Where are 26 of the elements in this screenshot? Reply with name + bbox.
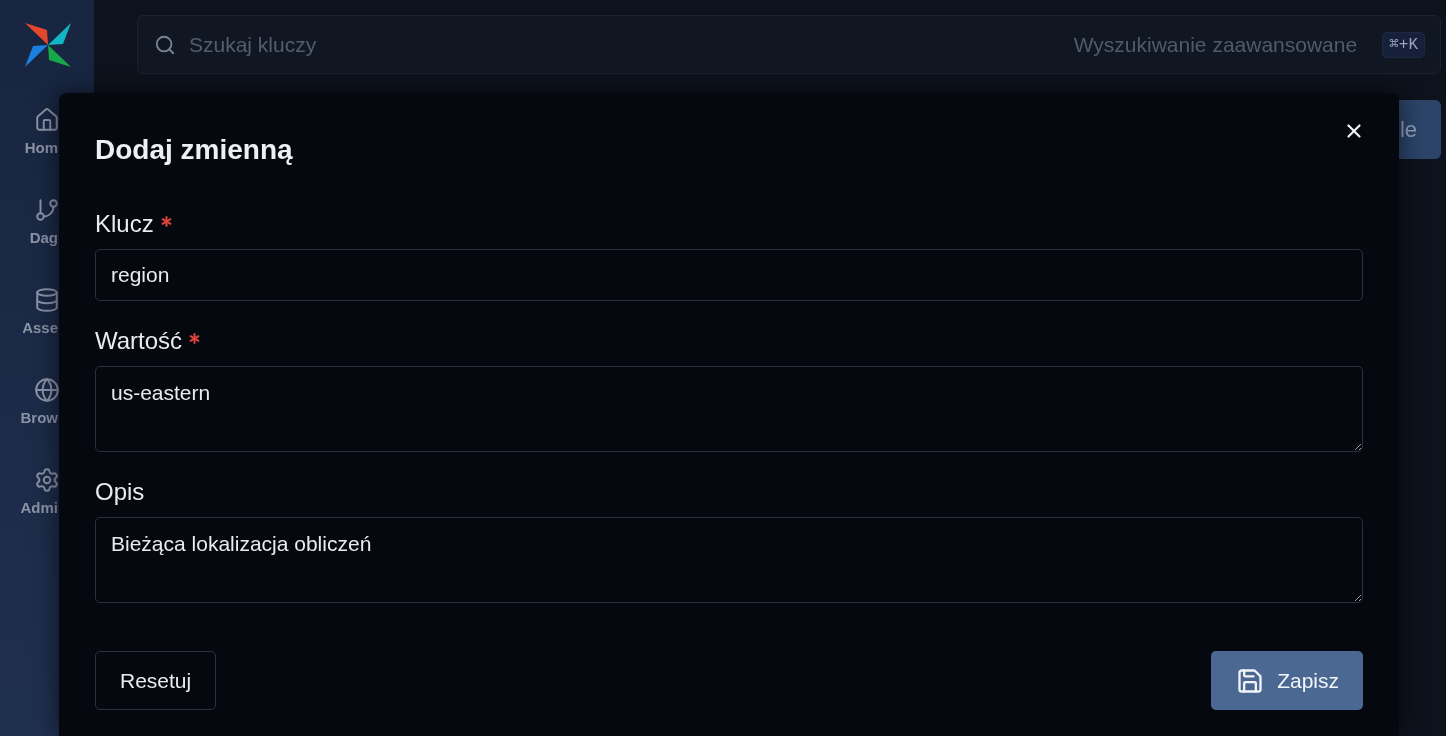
- nav-label[interactable]: Admi: [0, 499, 58, 517]
- branch-icon[interactable]: [34, 197, 60, 223]
- save-button[interactable]: Zapisz: [1211, 651, 1363, 710]
- dialog-title: Dodaj zmienną: [95, 133, 293, 167]
- database-icon[interactable]: [34, 287, 60, 313]
- shortcut-key: ⌘+K: [1382, 31, 1425, 58]
- reset-button[interactable]: Resetuj: [95, 651, 217, 710]
- search-field[interactable]: Szukaj kluczy Wyszukiwanie zaawansowane ⌘+K: [137, 15, 1441, 74]
- nav-label[interactable]: Brow: [0, 409, 58, 427]
- header-button[interactable]: le: [1398, 100, 1441, 159]
- globe-icon[interactable]: [34, 377, 60, 403]
- field-label: Opis: [95, 478, 145, 506]
- field-label: Wartość: [95, 327, 183, 355]
- nav-label[interactable]: Asse: [0, 319, 58, 337]
- key-input-field[interactable]: region: [95, 249, 1363, 301]
- nav-label[interactable]: Dag: [0, 229, 58, 247]
- pinwheel-logo-icon[interactable]: [23, 20, 73, 70]
- search-icon: [154, 33, 176, 56]
- advanced-search-link[interactable]: Wyszukiwanie zaawansowane: [1073, 28, 1358, 61]
- text-area-field[interactable]: Bieżąca lokalizacja obliczeń: [95, 517, 1363, 603]
- search-placeholder: Szukaj kluczy: [189, 31, 317, 58]
- text-area-field[interactable]: us-eastern: [95, 366, 1363, 452]
- home-icon[interactable]: [34, 107, 60, 133]
- settings-icon[interactable]: [34, 467, 60, 493]
- field-label: Klucz: [95, 210, 154, 238]
- nav-label[interactable]: Hom: [0, 139, 58, 157]
